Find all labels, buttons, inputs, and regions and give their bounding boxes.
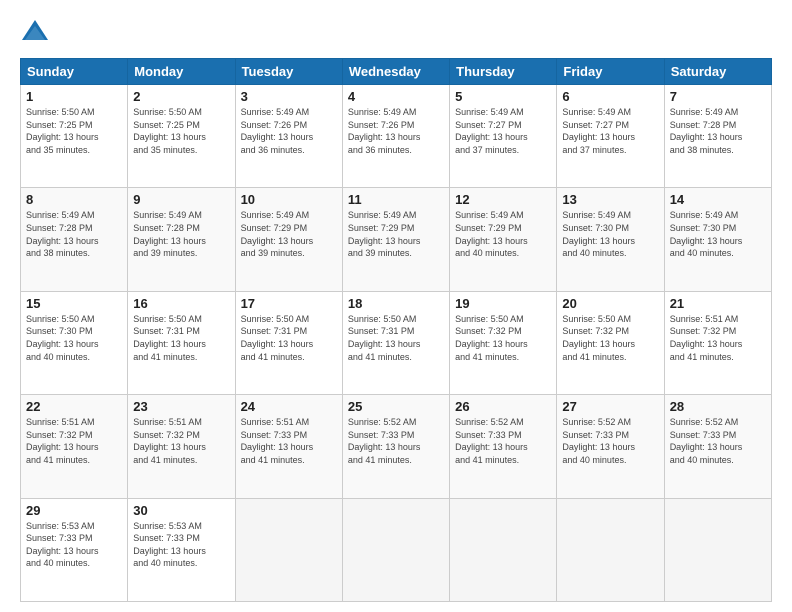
logo-icon bbox=[20, 18, 50, 48]
week-row-2: 8Sunrise: 5:49 AM Sunset: 7:28 PM Daylig… bbox=[21, 188, 772, 291]
day-cell-22: 22Sunrise: 5:51 AM Sunset: 7:32 PM Dayli… bbox=[21, 395, 128, 498]
day-cell-3: 3Sunrise: 5:49 AM Sunset: 7:26 PM Daylig… bbox=[235, 85, 342, 188]
logo bbox=[20, 18, 54, 48]
day-cell-empty-4-3 bbox=[342, 498, 449, 601]
day-cell-28: 28Sunrise: 5:52 AM Sunset: 7:33 PM Dayli… bbox=[664, 395, 771, 498]
day-cell-23: 23Sunrise: 5:51 AM Sunset: 7:32 PM Dayli… bbox=[128, 395, 235, 498]
col-header-thursday: Thursday bbox=[450, 59, 557, 85]
day-cell-21: 21Sunrise: 5:51 AM Sunset: 7:32 PM Dayli… bbox=[664, 291, 771, 394]
day-cell-25: 25Sunrise: 5:52 AM Sunset: 7:33 PM Dayli… bbox=[342, 395, 449, 498]
day-cell-17: 17Sunrise: 5:50 AM Sunset: 7:31 PM Dayli… bbox=[235, 291, 342, 394]
day-cell-12: 12Sunrise: 5:49 AM Sunset: 7:29 PM Dayli… bbox=[450, 188, 557, 291]
col-header-sunday: Sunday bbox=[21, 59, 128, 85]
col-header-tuesday: Tuesday bbox=[235, 59, 342, 85]
col-header-monday: Monday bbox=[128, 59, 235, 85]
day-cell-empty-4-2 bbox=[235, 498, 342, 601]
day-cell-6: 6Sunrise: 5:49 AM Sunset: 7:27 PM Daylig… bbox=[557, 85, 664, 188]
day-cell-1: 1Sunrise: 5:50 AM Sunset: 7:25 PM Daylig… bbox=[21, 85, 128, 188]
day-cell-27: 27Sunrise: 5:52 AM Sunset: 7:33 PM Dayli… bbox=[557, 395, 664, 498]
day-cell-8: 8Sunrise: 5:49 AM Sunset: 7:28 PM Daylig… bbox=[21, 188, 128, 291]
header bbox=[20, 18, 772, 48]
day-cell-13: 13Sunrise: 5:49 AM Sunset: 7:30 PM Dayli… bbox=[557, 188, 664, 291]
day-cell-16: 16Sunrise: 5:50 AM Sunset: 7:31 PM Dayli… bbox=[128, 291, 235, 394]
col-header-friday: Friday bbox=[557, 59, 664, 85]
day-cell-30: 30Sunrise: 5:53 AM Sunset: 7:33 PM Dayli… bbox=[128, 498, 235, 601]
day-cell-26: 26Sunrise: 5:52 AM Sunset: 7:33 PM Dayli… bbox=[450, 395, 557, 498]
day-cell-14: 14Sunrise: 5:49 AM Sunset: 7:30 PM Dayli… bbox=[664, 188, 771, 291]
day-cell-11: 11Sunrise: 5:49 AM Sunset: 7:29 PM Dayli… bbox=[342, 188, 449, 291]
day-cell-15: 15Sunrise: 5:50 AM Sunset: 7:30 PM Dayli… bbox=[21, 291, 128, 394]
day-cell-empty-4-5 bbox=[557, 498, 664, 601]
page: SundayMondayTuesdayWednesdayThursdayFrid… bbox=[0, 0, 792, 612]
day-cell-empty-4-6 bbox=[664, 498, 771, 601]
day-cell-empty-4-4 bbox=[450, 498, 557, 601]
day-cell-24: 24Sunrise: 5:51 AM Sunset: 7:33 PM Dayli… bbox=[235, 395, 342, 498]
week-row-5: 29Sunrise: 5:53 AM Sunset: 7:33 PM Dayli… bbox=[21, 498, 772, 601]
week-row-4: 22Sunrise: 5:51 AM Sunset: 7:32 PM Dayli… bbox=[21, 395, 772, 498]
day-cell-9: 9Sunrise: 5:49 AM Sunset: 7:28 PM Daylig… bbox=[128, 188, 235, 291]
day-cell-18: 18Sunrise: 5:50 AM Sunset: 7:31 PM Dayli… bbox=[342, 291, 449, 394]
col-header-saturday: Saturday bbox=[664, 59, 771, 85]
day-cell-19: 19Sunrise: 5:50 AM Sunset: 7:32 PM Dayli… bbox=[450, 291, 557, 394]
day-cell-10: 10Sunrise: 5:49 AM Sunset: 7:29 PM Dayli… bbox=[235, 188, 342, 291]
day-cell-7: 7Sunrise: 5:49 AM Sunset: 7:28 PM Daylig… bbox=[664, 85, 771, 188]
day-cell-20: 20Sunrise: 5:50 AM Sunset: 7:32 PM Dayli… bbox=[557, 291, 664, 394]
day-cell-4: 4Sunrise: 5:49 AM Sunset: 7:26 PM Daylig… bbox=[342, 85, 449, 188]
col-header-wednesday: Wednesday bbox=[342, 59, 449, 85]
week-row-3: 15Sunrise: 5:50 AM Sunset: 7:30 PM Dayli… bbox=[21, 291, 772, 394]
day-cell-5: 5Sunrise: 5:49 AM Sunset: 7:27 PM Daylig… bbox=[450, 85, 557, 188]
calendar-table: SundayMondayTuesdayWednesdayThursdayFrid… bbox=[20, 58, 772, 602]
day-cell-29: 29Sunrise: 5:53 AM Sunset: 7:33 PM Dayli… bbox=[21, 498, 128, 601]
day-cell-2: 2Sunrise: 5:50 AM Sunset: 7:25 PM Daylig… bbox=[128, 85, 235, 188]
header-row: SundayMondayTuesdayWednesdayThursdayFrid… bbox=[21, 59, 772, 85]
week-row-1: 1Sunrise: 5:50 AM Sunset: 7:25 PM Daylig… bbox=[21, 85, 772, 188]
